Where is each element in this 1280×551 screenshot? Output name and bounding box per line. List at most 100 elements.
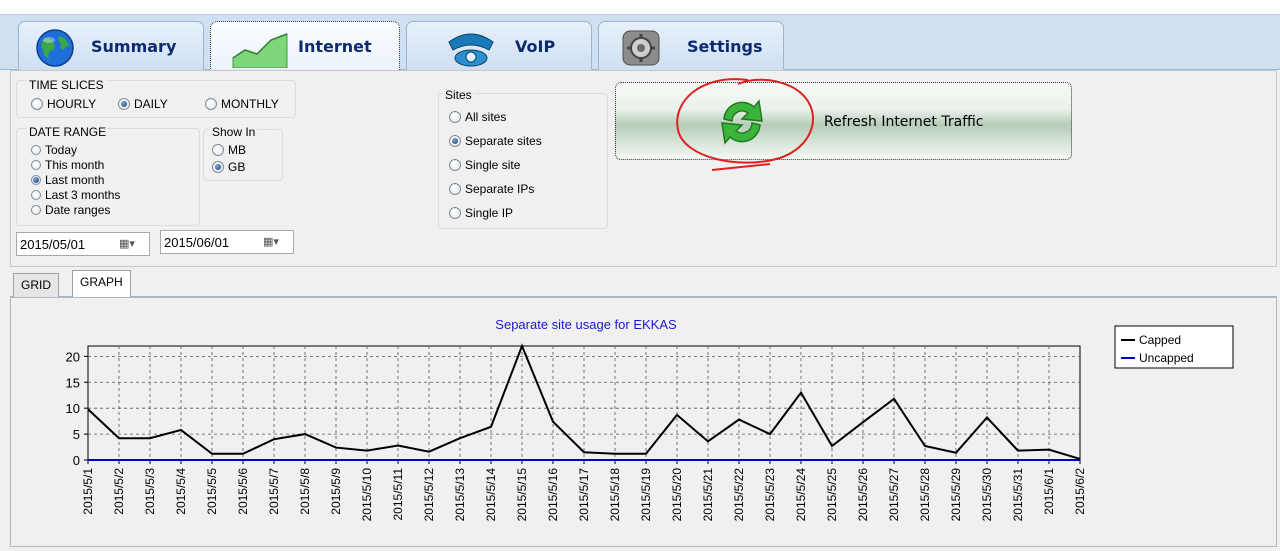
radio-daily-label: DAILY: [134, 97, 168, 111]
sites-title: Sites: [443, 88, 474, 102]
radio-all-sites-dot: [449, 111, 461, 123]
radio-daily[interactable]: DAILY: [118, 97, 168, 111]
radio-single-ip-dot: [449, 207, 461, 219]
tab-voip[interactable]: VoIP: [406, 21, 592, 71]
legend-uncapped-label: Uncapped: [1139, 351, 1194, 365]
x-tick-label: 2015/5/6: [236, 468, 250, 515]
x-tick-label: 2015/5/24: [794, 468, 808, 522]
x-tick-label: 2015/5/16: [546, 468, 560, 522]
date-from-picker[interactable]: 2015/05/01 ▦▾: [16, 232, 150, 256]
radio-separate-sites-label: Separate sites: [465, 134, 542, 148]
radio-daily-dot: [118, 98, 130, 110]
x-tick-label: 2015/5/3: [143, 468, 157, 515]
radio-separate-sites[interactable]: Separate sites: [449, 134, 542, 148]
radio-separate-ips[interactable]: Separate IPs: [449, 182, 534, 196]
radio-last-3-months[interactable]: Last 3 months: [31, 188, 120, 202]
tab-summary[interactable]: Summary: [18, 21, 204, 71]
radio-hourly-dot: [31, 98, 43, 110]
radio-last-3-months-dot: [31, 190, 41, 200]
x-tick-label: 2015/5/21: [701, 468, 715, 522]
x-tick-label: 2015/5/4: [174, 468, 188, 515]
tab-graph[interactable]: GRAPH: [72, 270, 131, 298]
show-in-group: Show In MB GB: [203, 126, 283, 181]
y-axis: 0 5 10 15 20: [66, 349, 88, 468]
radio-today-dot: [31, 145, 41, 155]
y-tick-label: 0: [73, 453, 80, 468]
legend-capped-label: Capped: [1139, 333, 1181, 347]
x-tick-label: 2015/5/30: [980, 468, 994, 522]
x-tick-label: 2015/5/27: [887, 468, 901, 522]
x-tick-label: 2015/5/10: [360, 468, 374, 522]
x-tick-label: 2015/5/9: [329, 468, 343, 515]
tab-summary-label: Summary: [91, 37, 177, 56]
usage-line-chart: Separate site usage for EKKAS 0 5 10 15 20 2…: [66, 317, 1234, 521]
radio-date-ranges[interactable]: Date ranges: [31, 203, 110, 217]
x-tick-label: 2015/5/7: [267, 468, 281, 515]
x-tick-label: 2015/5/22: [732, 468, 746, 522]
chart-area: Separate site usage for EKKAS 0 5 10 15 20 2…: [10, 297, 1277, 547]
sites-group: Sites All sites Separate sites Single si…: [438, 89, 608, 229]
radio-separate-sites-dot: [449, 135, 461, 147]
radio-single-site-dot: [449, 159, 461, 171]
radio-single-site-label: Single site: [465, 158, 521, 172]
x-tick-label: 2015/5/13: [453, 468, 467, 522]
radio-separate-ips-label: Separate IPs: [465, 182, 535, 196]
date-to-value: 2015/06/01: [164, 234, 230, 250]
main-tab-bar: Summary Internet VoIP Settings: [0, 14, 1280, 71]
radio-separate-ips-dot: [449, 183, 461, 195]
radio-mb-dot: [212, 144, 224, 156]
x-tick-label: 2015/5/17: [577, 468, 591, 522]
x-tick-label: 2015/6/1: [1042, 468, 1056, 515]
tab-internet[interactable]: Internet: [210, 21, 400, 71]
radio-today-label: Today: [45, 143, 78, 157]
radio-last-month-label: Last month: [45, 173, 105, 187]
x-tick-label: 2015/5/18: [608, 468, 622, 522]
x-tick-label: 2015/5/1: [81, 468, 95, 515]
radio-all-sites[interactable]: All sites: [449, 110, 506, 124]
x-tick-label: 2015/5/26: [856, 468, 870, 522]
x-tick-label: 2015/5/20: [670, 468, 684, 522]
x-tick-label: 2015/5/14: [484, 468, 498, 522]
x-tick-label: 2015/5/12: [422, 468, 436, 522]
y-tick-label: 15: [66, 375, 80, 390]
date-to-picker[interactable]: 2015/06/01 ▦▾: [160, 230, 294, 254]
tab-settings[interactable]: Settings: [598, 21, 784, 71]
y-tick-label: 10: [66, 401, 80, 416]
x-tick-label: 2015/5/5: [205, 468, 219, 515]
phone-icon: [448, 33, 494, 67]
radio-hourly[interactable]: HOURLY: [31, 97, 96, 111]
radio-mb[interactable]: MB: [212, 143, 246, 157]
tab-grid-label: GRID: [21, 278, 51, 292]
radio-gb[interactable]: GB: [212, 160, 245, 174]
grid-lines: [88, 346, 1080, 460]
radio-date-ranges-label: Date ranges: [45, 203, 111, 217]
x-tick-label: 2015/5/29: [949, 468, 963, 522]
tab-internet-label: Internet: [298, 37, 372, 56]
radio-single-ip-label: Single IP: [465, 206, 514, 220]
radio-single-site[interactable]: Single site: [449, 158, 520, 172]
x-tick-label: 2015/5/11: [391, 468, 405, 521]
refresh-button-label: Refresh Internet Traffic: [824, 114, 984, 130]
tab-grid[interactable]: GRID: [13, 273, 59, 297]
time-slices-group: TIME SLICES HOURLY DAILY MONTHLY: [16, 79, 296, 118]
radio-monthly[interactable]: MONTHLY: [205, 97, 279, 111]
globe-icon: [36, 29, 74, 67]
calendar-dropdown-icon[interactable]: ▦▾: [119, 237, 145, 251]
tab-voip-label: VoIP: [515, 37, 556, 56]
graph-icon: [232, 33, 288, 68]
radio-all-sites-label: All sites: [465, 110, 507, 124]
date-range-title: DATE RANGE: [27, 125, 109, 139]
calendar-dropdown-icon[interactable]: ▦▾: [263, 235, 289, 249]
x-tick-label: 2015/5/19: [639, 468, 653, 522]
tab-graph-label: GRAPH: [80, 275, 123, 289]
radio-this-month[interactable]: This month: [31, 158, 104, 172]
red-annotation-circle: [676, 78, 814, 171]
radio-last-month[interactable]: Last month: [31, 173, 104, 187]
radio-today[interactable]: Today: [31, 143, 77, 157]
y-tick-label: 5: [73, 427, 80, 442]
radio-hourly-label: HOURLY: [47, 97, 97, 111]
radio-monthly-dot: [205, 98, 217, 110]
radio-single-ip[interactable]: Single IP: [449, 206, 513, 220]
radio-this-month-dot: [31, 160, 41, 170]
x-axis: 2015/5/1 2015/5/2 2015/5/3 2015/5/4 2015/5/5…: [81, 460, 1087, 521]
